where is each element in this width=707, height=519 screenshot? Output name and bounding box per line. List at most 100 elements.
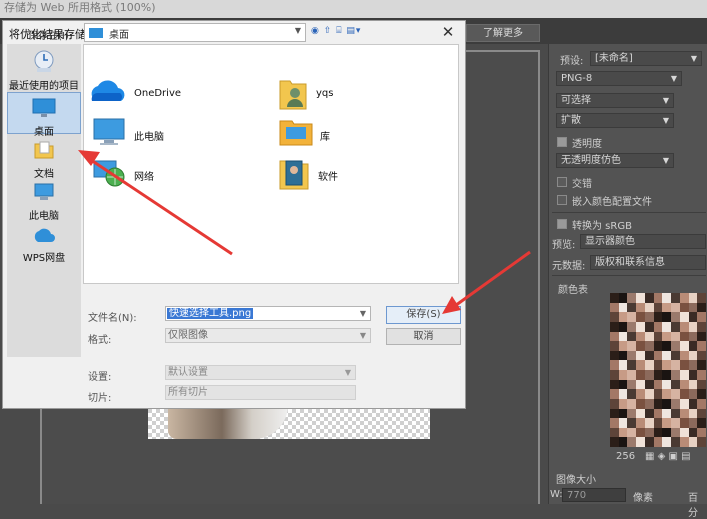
metadata-select[interactable]: 版权和联系信息 — [590, 255, 706, 270]
cancel-button[interactable]: 取消 — [386, 328, 461, 345]
color-swatch[interactable] — [644, 398, 654, 409]
close-icon[interactable]: ✕ — [435, 22, 461, 42]
place-desktop[interactable]: 桌面 — [7, 92, 81, 138]
color-swatch[interactable] — [688, 418, 698, 428]
color-swatch[interactable] — [662, 293, 672, 303]
color-swatch[interactable] — [662, 418, 672, 428]
color-swatch[interactable] — [636, 293, 645, 303]
color-swatch[interactable] — [688, 293, 698, 303]
color-swatch[interactable] — [627, 312, 637, 322]
color-swatch[interactable] — [688, 341, 698, 351]
color-swatch[interactable] — [644, 418, 654, 428]
color-swatch[interactable] — [688, 350, 698, 361]
color-swatch[interactable] — [679, 389, 689, 399]
color-swatch[interactable] — [627, 437, 637, 447]
color-swatch[interactable] — [697, 293, 706, 303]
color-swatch[interactable] — [636, 360, 645, 370]
color-swatch[interactable] — [636, 398, 645, 409]
color-swatch[interactable] — [662, 408, 672, 419]
color-table-icons[interactable]: ▦ ◈ ▣ ▤ — [645, 451, 691, 462]
color-swatch[interactable] — [610, 389, 619, 399]
navigation-icons[interactable]: ◉ ⇧ ⌸ ▤▾ — [311, 26, 361, 36]
color-swatch[interactable] — [653, 350, 663, 361]
color-swatch[interactable] — [644, 350, 654, 361]
color-swatch[interactable] — [618, 360, 628, 370]
color-swatch[interactable] — [618, 293, 628, 303]
color-swatch[interactable] — [644, 389, 654, 399]
color-swatch[interactable] — [653, 360, 663, 370]
color-swatch[interactable] — [627, 418, 637, 428]
color-swatch[interactable] — [636, 331, 645, 342]
color-swatch[interactable] — [679, 408, 689, 419]
color-swatch[interactable] — [653, 341, 663, 351]
color-swatch[interactable] — [653, 312, 663, 322]
color-swatch[interactable] — [644, 321, 654, 332]
color-swatch[interactable] — [644, 427, 654, 438]
color-swatch[interactable] — [644, 302, 654, 313]
color-swatch[interactable] — [688, 427, 698, 438]
color-swatch[interactable] — [618, 312, 628, 322]
color-swatch[interactable] — [679, 341, 689, 351]
color-swatch[interactable] — [610, 331, 619, 342]
color-swatch[interactable] — [662, 437, 672, 447]
color-swatch[interactable] — [688, 321, 698, 332]
color-swatch[interactable] — [671, 350, 680, 361]
color-swatch[interactable] — [697, 331, 706, 342]
color-swatch[interactable] — [627, 427, 637, 438]
color-swatch[interactable] — [671, 418, 680, 428]
color-swatch[interactable] — [644, 379, 654, 390]
color-swatch[interactable] — [679, 360, 689, 370]
color-swatch[interactable] — [688, 398, 698, 409]
color-swatch[interactable] — [610, 312, 619, 322]
color-swatch[interactable] — [653, 408, 663, 419]
color-swatch[interactable] — [653, 293, 663, 303]
color-swatch[interactable] — [679, 331, 689, 342]
color-swatch[interactable] — [697, 302, 706, 313]
color-swatch[interactable] — [644, 437, 654, 447]
color-swatch[interactable] — [671, 427, 680, 438]
color-swatch[interactable] — [610, 418, 619, 428]
color-swatch[interactable] — [618, 389, 628, 399]
color-swatch[interactable] — [610, 302, 619, 313]
color-swatch[interactable] — [618, 418, 628, 428]
color-swatch[interactable] — [618, 350, 628, 361]
color-swatch[interactable] — [671, 389, 680, 399]
color-reduction-select[interactable]: 可选择 ▼ — [556, 93, 674, 108]
color-swatch[interactable] — [671, 437, 680, 447]
color-swatch[interactable] — [610, 427, 619, 438]
color-swatch[interactable] — [688, 437, 698, 447]
color-swatch[interactable] — [697, 418, 706, 428]
color-swatch[interactable] — [679, 321, 689, 332]
color-swatch[interactable] — [618, 437, 628, 447]
color-swatch[interactable] — [627, 408, 637, 419]
color-swatch[interactable] — [697, 408, 706, 419]
color-swatch[interactable] — [610, 360, 619, 370]
place-computer[interactable]: 此电脑 — [7, 180, 81, 222]
color-swatch[interactable] — [644, 312, 654, 322]
place-documents[interactable]: 文档 — [7, 138, 81, 180]
color-swatch[interactable] — [697, 312, 706, 322]
color-swatch[interactable] — [671, 331, 680, 342]
file-item-network[interactable]: 网络 — [88, 155, 228, 195]
color-swatch[interactable] — [662, 389, 672, 399]
color-swatch[interactable] — [618, 331, 628, 342]
color-swatch[interactable] — [697, 437, 706, 447]
color-swatch[interactable] — [662, 398, 672, 409]
color-swatch[interactable] — [653, 437, 663, 447]
file-item-software[interactable]: 软件 — [278, 155, 398, 195]
color-swatch[interactable] — [644, 370, 654, 380]
color-swatch[interactable] — [688, 302, 698, 313]
color-swatch[interactable] — [671, 408, 680, 419]
color-swatch[interactable] — [618, 408, 628, 419]
color-swatch[interactable] — [627, 389, 637, 399]
place-recent[interactable]: 最近使用的项目 — [7, 48, 81, 92]
color-swatch[interactable] — [653, 398, 663, 409]
color-swatch[interactable] — [679, 370, 689, 380]
color-swatch[interactable] — [697, 321, 706, 332]
color-swatch[interactable] — [662, 341, 672, 351]
color-swatch[interactable] — [610, 398, 619, 409]
filename-input[interactable]: 快速选择工具.png ▼ — [165, 306, 371, 321]
color-swatch[interactable] — [636, 408, 645, 419]
color-swatch[interactable] — [697, 379, 706, 390]
color-swatch[interactable] — [610, 379, 619, 390]
